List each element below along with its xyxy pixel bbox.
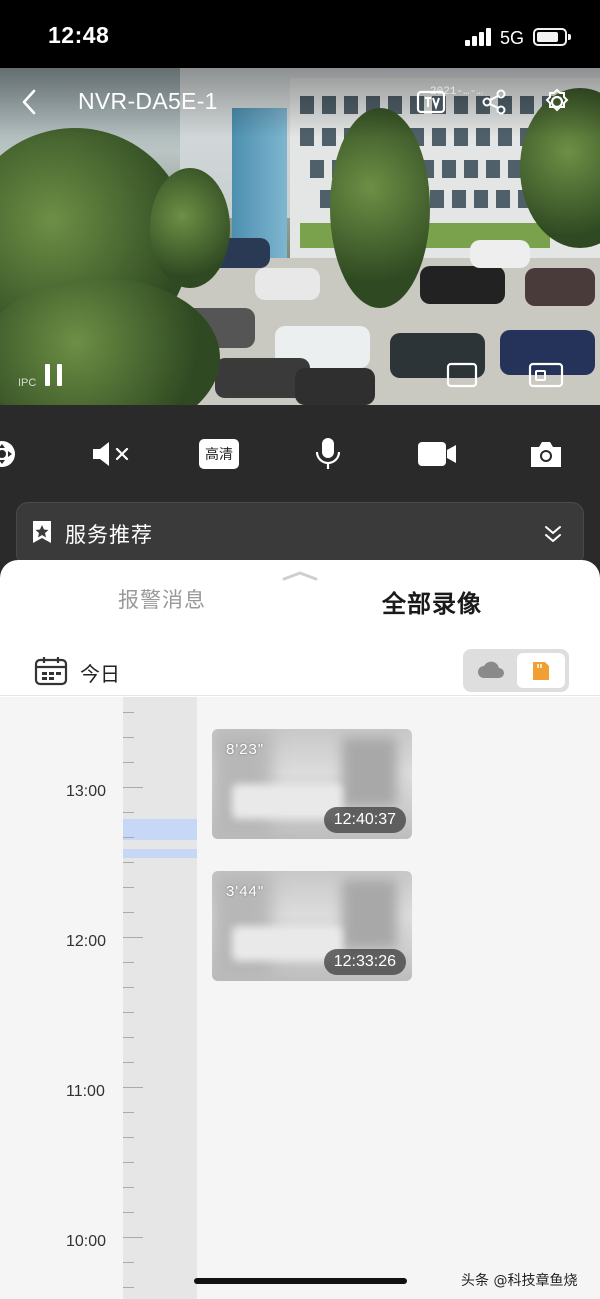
camera-icon[interactable] bbox=[528, 438, 564, 470]
ruler-tick bbox=[123, 862, 134, 863]
status-bar: 12:48 5G bbox=[0, 0, 600, 68]
pause-icon[interactable] bbox=[40, 362, 68, 388]
cellular-signal-icon bbox=[465, 28, 493, 46]
sheet-handle-icon[interactable] bbox=[280, 567, 320, 581]
share-icon[interactable] bbox=[480, 88, 508, 116]
ruler-tick bbox=[123, 1212, 134, 1213]
storage-toggle[interactable] bbox=[463, 649, 569, 692]
hour-label: 13:00 bbox=[66, 783, 107, 800]
ruler-tick bbox=[123, 1262, 134, 1263]
date-filter-row: 今日 bbox=[0, 648, 600, 696]
device-title: NVR-DA5E-1 bbox=[78, 88, 218, 114]
recording-segment[interactable] bbox=[123, 819, 197, 840]
hour-label: 11:00 bbox=[66, 1083, 105, 1100]
ipc-label: IPC bbox=[18, 377, 37, 389]
ruler-tick bbox=[123, 1112, 134, 1113]
clip-start-time: 12:33:26 bbox=[323, 949, 406, 975]
service-recommend-bar[interactable]: 服务推荐 bbox=[16, 502, 584, 566]
clip-start-time: 12:40:37 bbox=[323, 807, 406, 833]
hour-label: 10:00 bbox=[66, 1233, 107, 1250]
ruler-tick bbox=[123, 1062, 134, 1063]
clip-duration: 3'44" bbox=[226, 883, 265, 900]
ruler-tick bbox=[123, 787, 143, 788]
network-type: 5G bbox=[500, 28, 525, 48]
service-label: 服务推荐 bbox=[65, 523, 153, 547]
quality-button[interactable]: 高清 bbox=[199, 439, 239, 469]
sd-card-icon bbox=[531, 660, 551, 682]
recording-clip[interactable]: 8'23" 12:40:37 bbox=[212, 729, 412, 839]
speaker-muted-icon[interactable] bbox=[90, 439, 132, 469]
ruler-tick bbox=[123, 1037, 134, 1038]
recording-segment[interactable] bbox=[123, 849, 197, 858]
watermark: 头条 @科技章鱼烧 bbox=[461, 1273, 578, 1289]
video-camera-icon[interactable] bbox=[416, 439, 458, 469]
ruler-tick bbox=[123, 737, 134, 738]
microphone-icon[interactable] bbox=[313, 436, 343, 472]
ptz-icon[interactable] bbox=[0, 438, 18, 470]
recording-clip[interactable]: 3'44" 12:33:26 bbox=[212, 871, 412, 981]
ruler-tick bbox=[123, 1187, 134, 1188]
cloud-icon[interactable] bbox=[477, 658, 505, 682]
ruler-tick bbox=[123, 912, 134, 913]
bottom-sheet: 报警消息 全部录像 今日 13:00 12:00 11:00 10:00 8'2… bbox=[0, 560, 600, 1299]
pip-icon[interactable] bbox=[528, 362, 564, 388]
home-indicator[interactable] bbox=[194, 1278, 407, 1284]
tab-alarm-messages[interactable]: 报警消息 bbox=[118, 584, 206, 614]
ruler-tick bbox=[123, 1087, 143, 1088]
ruler-tick bbox=[123, 837, 134, 838]
battery-icon bbox=[533, 28, 571, 46]
calendar-icon[interactable] bbox=[34, 655, 68, 687]
ruler-tick bbox=[123, 812, 134, 813]
recording-timeline[interactable]: 13:00 12:00 11:00 10:00 8'23" 12:40:37 3… bbox=[0, 697, 600, 1299]
clip-duration: 8'23" bbox=[226, 741, 265, 758]
ruler-tick bbox=[123, 1237, 143, 1238]
double-chevron-down-icon[interactable] bbox=[542, 523, 564, 545]
ruler-tick bbox=[123, 1162, 134, 1163]
tab-all-recordings[interactable]: 全部录像 bbox=[382, 584, 482, 619]
ruler-tick bbox=[123, 1012, 134, 1013]
ruler-tick bbox=[123, 987, 134, 988]
time-ruler[interactable] bbox=[123, 697, 197, 1299]
back-arrow-icon[interactable] bbox=[18, 88, 42, 116]
ruler-tick bbox=[123, 1287, 134, 1288]
ruler-tick bbox=[123, 887, 134, 888]
ruler-tick bbox=[123, 937, 143, 938]
date-label[interactable]: 今日 bbox=[80, 658, 120, 687]
status-time: 12:48 bbox=[48, 22, 110, 48]
control-bar: 高清 bbox=[0, 405, 600, 500]
live-video[interactable]: 2021-…-… IPC bbox=[0, 68, 600, 405]
gear-icon[interactable] bbox=[542, 87, 572, 117]
ruler-tick bbox=[123, 762, 134, 763]
ruler-tick bbox=[123, 1137, 134, 1138]
storage-option-selected[interactable] bbox=[517, 653, 565, 688]
star-badge-icon bbox=[31, 519, 53, 545]
hour-label: 12:00 bbox=[66, 933, 107, 950]
ruler-tick bbox=[123, 962, 134, 963]
tv-icon[interactable] bbox=[416, 88, 446, 116]
fullscreen-icon[interactable] bbox=[446, 362, 478, 388]
ruler-tick bbox=[123, 712, 134, 713]
